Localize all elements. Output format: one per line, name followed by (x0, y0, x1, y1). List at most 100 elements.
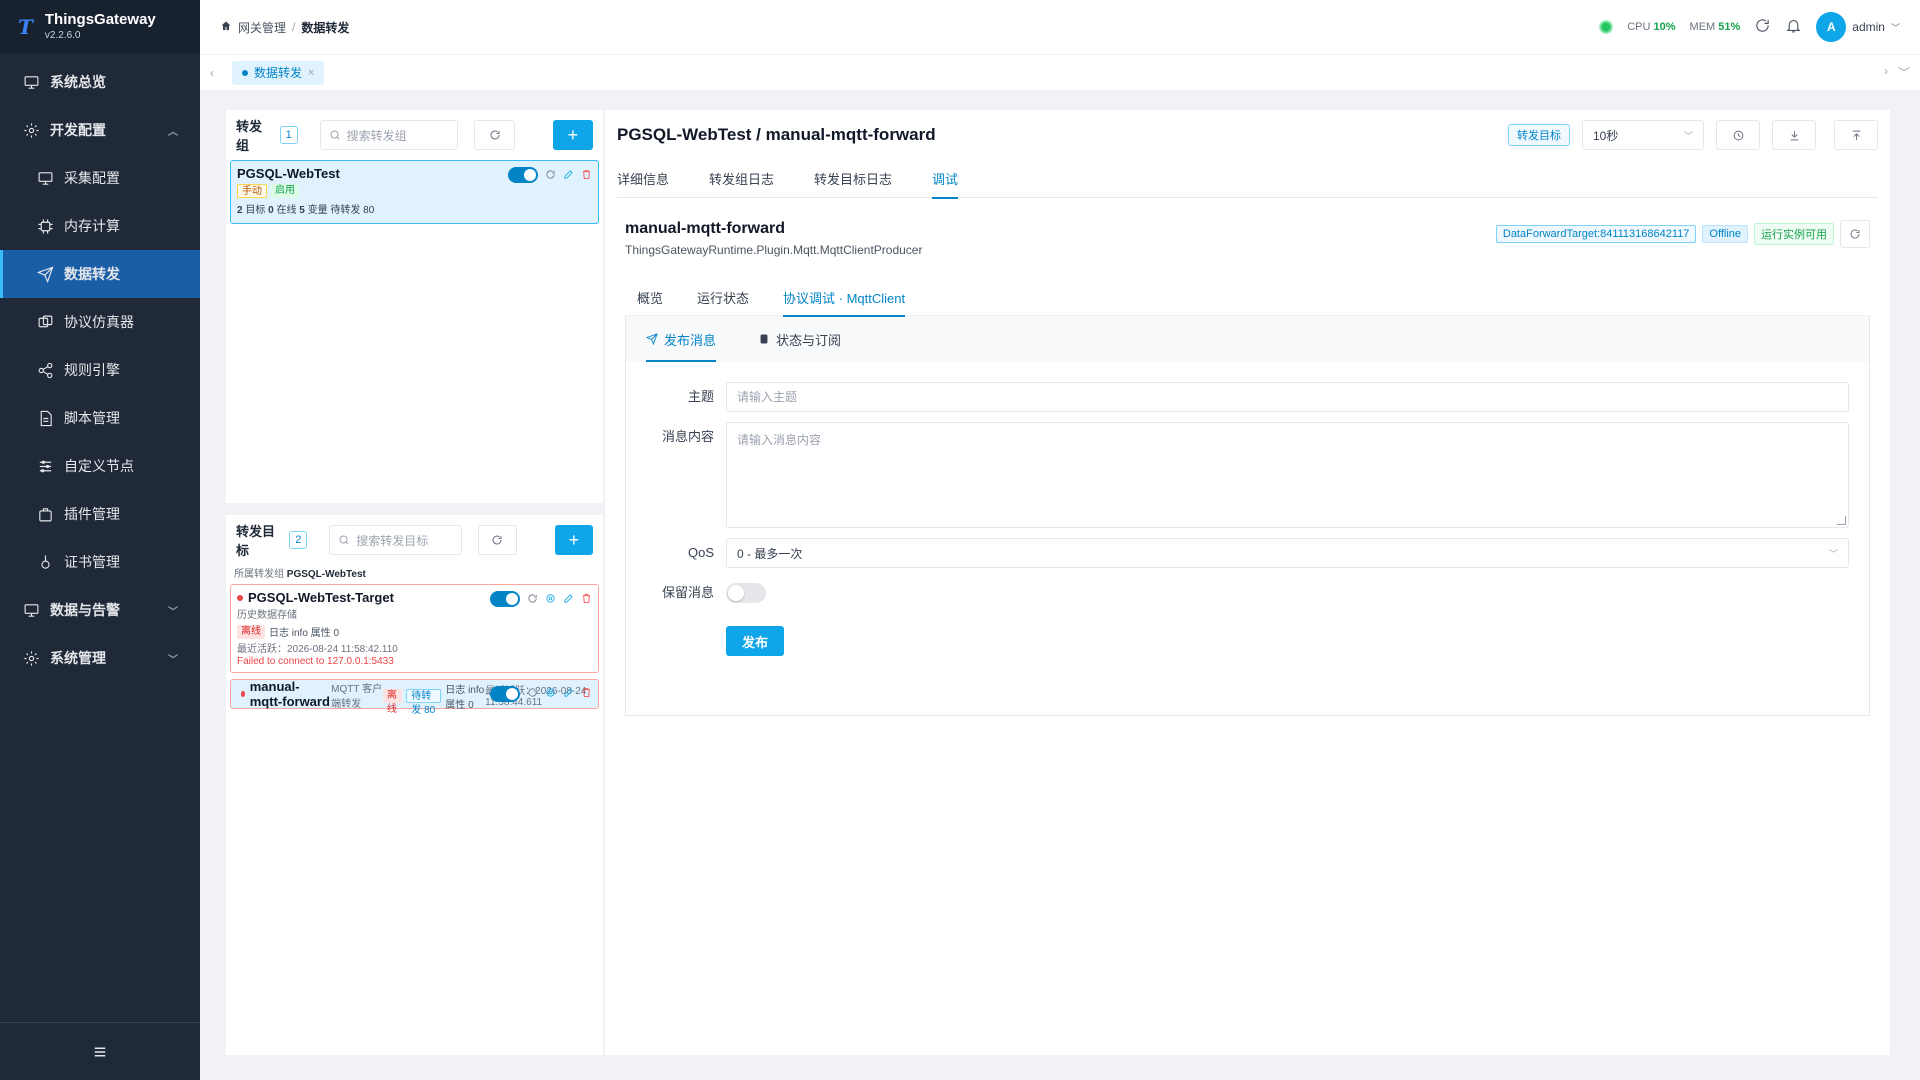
menu-icon (94, 1047, 106, 1056)
tab-details[interactable]: 详细信息 (617, 160, 669, 198)
home-icon[interactable] (220, 20, 238, 35)
sidebar-item-rules[interactable]: 规则引擎 (0, 346, 200, 394)
bell-icon[interactable] (1785, 17, 1802, 37)
close-icon[interactable]: × (308, 67, 314, 79)
download-button[interactable] (1772, 120, 1816, 150)
sidebar-item-system[interactable]: 系统管理 ﹀ (0, 634, 200, 682)
sidebar-item-label: 插件管理 (64, 506, 120, 522)
form-row-retain: 保留消息 (626, 578, 1849, 608)
edit-icon[interactable] (563, 592, 574, 607)
settings-icon[interactable] (545, 592, 556, 607)
refresh-icon[interactable] (1754, 17, 1771, 37)
breadcrumb-item[interactable]: 网关管理 (238, 19, 286, 36)
target-description: MQTT 客户端转发 (331, 683, 383, 710)
payload-textarea[interactable]: 请输入消息内容 (726, 422, 1849, 528)
delete-icon[interactable] (581, 168, 592, 183)
tab-runtime-status[interactable]: 运行状态 (697, 280, 749, 316)
sidebar-item-label: 开发配置 (50, 122, 106, 138)
sidebar-item-scripts[interactable]: 脚本管理 (0, 394, 200, 442)
tab-publish[interactable]: 发布消息 (646, 316, 717, 362)
app-name: ThingsGateway (44, 11, 156, 28)
sidebar-item-plugins[interactable]: 插件管理 (0, 490, 200, 538)
document-icon (36, 409, 54, 427)
delete-icon[interactable] (581, 592, 592, 607)
retain-toggle[interactable] (726, 583, 766, 603)
runtime-badge: 运行实例可用 (1754, 223, 1834, 245)
settings-icon[interactable] (545, 687, 556, 701)
add-group-button[interactable]: + (552, 120, 593, 150)
chevron-down-icon[interactable]: ﹀ (1898, 64, 1910, 81)
sidebar-item-memory[interactable]: 内存计算 (0, 202, 200, 250)
database-icon (760, 334, 768, 344)
tab-target-log[interactable]: 转发目标日志 (814, 160, 892, 198)
instance-info: manual-mqtt-forward ThingsGatewayRuntime… (617, 198, 1878, 270)
refresh-button[interactable] (474, 120, 515, 150)
qos-select[interactable]: 0 - 最多一次 ﹀ (726, 538, 1849, 568)
main-panel: PGSQL-WebTest / manual-mqtt-forward 转发目标… (605, 110, 1890, 1055)
target-tags: 离线 待转发 80 日志 info 属性 0 (382, 681, 485, 716)
sidebar-item-collect[interactable]: 采集配置 (0, 154, 200, 202)
mode-badge: 手动 (237, 184, 267, 198)
app-logo[interactable]: T ThingsGateway v2.2.6.0 (0, 0, 200, 54)
sidebar-item-forward[interactable]: 数据转发 (0, 250, 200, 298)
chevron-left-icon[interactable]: ‹ (200, 66, 224, 80)
auto-refresh-button[interactable] (1716, 120, 1760, 150)
chevron-right-icon[interactable]: › (1884, 64, 1888, 81)
enable-toggle[interactable] (508, 167, 538, 183)
refresh-icon[interactable] (527, 687, 538, 701)
active-dot-icon (242, 69, 248, 76)
add-target-button[interactable]: + (554, 525, 593, 555)
edit-icon[interactable] (563, 687, 574, 701)
sidebar-item-label: 系统总览 (50, 74, 106, 90)
last-active: 最近活跃：2026-08-24 11:58:42.110 (237, 644, 398, 655)
delete-icon[interactable] (581, 687, 592, 701)
group-card[interactable]: PGSQL-WebTest 手动 启用 2 目标 0 在线 5 变量 待转发 8… (230, 160, 599, 224)
panel-header: 转发目标 2 搜索转发目标 + (226, 515, 603, 565)
error-message: Failed to connect to 127.0.0.1:5433 (237, 656, 394, 667)
tab-state-subscribe[interactable]: 状态与订阅 (758, 316, 841, 362)
group-tags: 手动 启用 (237, 184, 592, 198)
sidebar-item-certs[interactable]: 证书管理 (0, 538, 200, 586)
sidebar-item-data-alarm[interactable]: 数据与告警 ﹀ (0, 586, 200, 634)
refresh-icon[interactable] (545, 168, 556, 183)
tab-debug[interactable]: 调试 (932, 160, 959, 199)
tab-overview[interactable]: 概览 (637, 280, 663, 316)
status-badge: 离线 (382, 688, 403, 715)
sidebar-item-overview[interactable]: 系统总览 (0, 58, 200, 106)
refresh-interval-select[interactable]: 10秒 ﹀ (1582, 120, 1704, 150)
refresh-icon[interactable] (527, 592, 538, 607)
sidebar-item-label: 内存计算 (64, 218, 120, 234)
target-card[interactable]: PGSQL-WebTest-Target 历史数据存储 离线 日志 info 属… (230, 584, 599, 673)
sidebar-item-label: 证书管理 (64, 554, 120, 570)
certificate-icon (36, 553, 54, 571)
collapse-sidebar-button[interactable] (0, 1022, 200, 1080)
monitor-icon (36, 169, 54, 187)
edit-icon[interactable] (563, 168, 574, 183)
target-card[interactable]: manual-mqtt-forward MQTT 客户端转发 离线 待转发 80… (230, 679, 599, 716)
enable-toggle[interactable] (490, 686, 520, 702)
offline-dot-icon (237, 594, 243, 601)
enable-toggle[interactable] (490, 591, 520, 607)
avatar: A (1816, 12, 1847, 42)
refresh-button[interactable] (478, 525, 517, 555)
mqtt-tabs: 发布消息 状态与订阅 (626, 316, 1869, 362)
tab-group-log[interactable]: 转发组日志 (709, 160, 774, 198)
tab-data-forward[interactable]: 数据转发 × (232, 60, 325, 85)
sidebar-item-simulator[interactable]: 协议仿真器 (0, 298, 200, 346)
sidebar-item-dev-config[interactable]: 开发配置 ︿ (0, 106, 200, 154)
target-search-input[interactable]: 搜索转发目标 (329, 525, 463, 555)
upload-button[interactable] (1834, 120, 1878, 150)
main-header-actions: 转发目标 10秒 ﹀ (1508, 120, 1878, 150)
sidebar-item-label: 数据与告警 (50, 602, 120, 618)
refresh-button[interactable] (1840, 220, 1870, 248)
sidebar-item-custom-nodes[interactable]: 自定义节点 (0, 442, 200, 490)
tab-protocol-debug[interactable]: 协议调试 · MqttClient (783, 280, 906, 317)
group-search-input[interactable]: 搜索转发组 (319, 120, 459, 150)
chevron-down-icon: ﹀ (1683, 130, 1693, 141)
publish-button[interactable]: 发布 (726, 626, 784, 656)
topic-input[interactable]: 请输入主题 (726, 382, 1849, 412)
user-menu[interactable]: A admin ﹀ (1816, 12, 1900, 42)
sidebar: T ThingsGateway v2.2.6.0 系统总览 开发配置 ︿ 采集配… (0, 0, 200, 1080)
form-row-qos: QoS 0 - 最多一次 ﹀ (626, 538, 1849, 568)
sidebar-item-label: 采集配置 (64, 170, 120, 186)
